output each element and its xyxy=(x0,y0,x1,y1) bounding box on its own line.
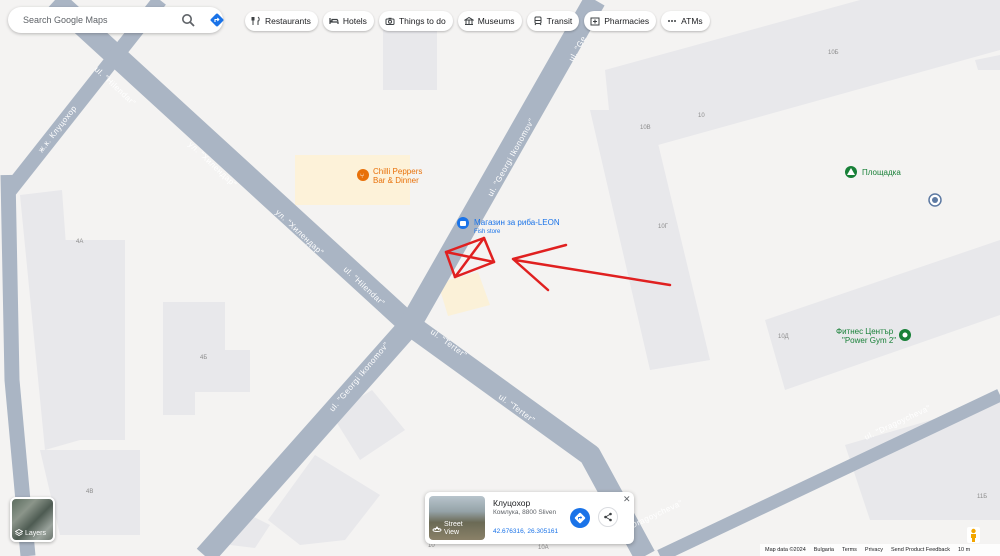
poi-label: Фитнес Център xyxy=(836,327,894,336)
chip-label: Transit xyxy=(546,16,573,26)
layers-label: Layers xyxy=(25,529,47,537)
chip-label: Things to do xyxy=(398,16,446,26)
poi-label: Chilli Peppers xyxy=(373,167,422,176)
poi-sublabel: Fish store xyxy=(474,229,501,235)
svg-text:⑂: ⑂ xyxy=(360,173,364,180)
chip-pharmacies[interactable]: Pharmacies xyxy=(584,11,657,31)
chip-museums[interactable]: Museums xyxy=(457,11,522,31)
poi-label: "Power Gym 2" xyxy=(842,336,896,345)
chip-things-to-do[interactable]: Things to do xyxy=(378,11,453,31)
building-number: 10В xyxy=(640,125,651,131)
privacy-link[interactable]: Privacy xyxy=(865,547,883,553)
chip-label: Pharmacies xyxy=(604,16,650,26)
map-canvas[interactable]: ul. "Hilendar" ул. "Хилендар" ул. "Хилен… xyxy=(0,0,1000,556)
street-view-icon xyxy=(432,526,442,532)
camera-icon xyxy=(385,17,395,25)
poi-blue-marker[interactable] xyxy=(928,193,942,207)
chip-label: ATMs xyxy=(681,16,703,26)
building-number: 10Б xyxy=(828,50,839,56)
directions-icon xyxy=(574,512,586,524)
pharmacy-icon xyxy=(590,17,600,26)
search-icon[interactable] xyxy=(181,13,195,27)
directions-button[interactable] xyxy=(570,508,590,528)
attribution-bar: Map data ©2024 Bulgaria Terms Privacy Se… xyxy=(760,544,1000,556)
building-number: 4А xyxy=(76,239,83,245)
street-view-label: Street View xyxy=(444,521,463,536)
chip-hotels[interactable]: Hotels xyxy=(322,11,374,31)
place-info-card[interactable]: Street View Клуцохор Комлука, 8800 Slive… xyxy=(425,492,634,544)
building-number: 10Г xyxy=(658,224,669,230)
poi-label: Магазин за риба-LEON xyxy=(474,218,560,227)
museum-icon xyxy=(463,16,474,25)
close-icon[interactable]: ✕ xyxy=(623,494,631,505)
layers-icon xyxy=(15,529,23,537)
place-address: Комлука, 8800 Sliven xyxy=(493,509,557,516)
poi-label: Bar & Dinner xyxy=(373,176,419,185)
pegman-icon[interactable] xyxy=(967,527,980,543)
chip-label: Restaurants xyxy=(265,16,311,26)
search-box[interactable] xyxy=(8,7,225,33)
search-input[interactable] xyxy=(21,14,165,26)
directions-icon[interactable] xyxy=(209,12,225,28)
train-icon xyxy=(534,16,542,26)
share-icon xyxy=(604,512,612,522)
atm-icon xyxy=(668,20,677,22)
share-button[interactable] xyxy=(598,507,618,527)
scale-label[interactable]: 10 m xyxy=(958,547,970,553)
building-number: 4В xyxy=(86,489,93,495)
building-number: 10Д xyxy=(778,334,789,340)
place-coordinates[interactable]: 42.676316, 26.305161 xyxy=(493,528,558,535)
category-chips: Restaurants Hotels Things to do Museums … xyxy=(245,11,710,31)
building-number: 11Б xyxy=(977,494,987,500)
chip-label: Hotels xyxy=(342,16,367,26)
street-view-thumbnail[interactable]: Street View xyxy=(429,496,485,540)
feedback-link[interactable]: Send Product Feedback xyxy=(891,547,950,553)
poi-ploshtadka[interactable]: Площадка xyxy=(845,166,901,178)
building-number: 10 xyxy=(698,113,705,119)
poi-label: Площадка xyxy=(862,168,901,177)
place-title: Клуцохор xyxy=(493,498,531,508)
bed-icon xyxy=(329,18,339,24)
terms-link[interactable]: Terms xyxy=(842,547,857,553)
layers-button[interactable]: Layers xyxy=(10,497,55,542)
building-number: 10А xyxy=(538,545,549,551)
building-number: 4Б xyxy=(200,355,207,361)
map-data-text: Map data ©2024 xyxy=(765,547,806,553)
chip-transit[interactable]: Transit xyxy=(526,11,580,31)
chip-atms[interactable]: ATMs xyxy=(661,11,710,31)
chip-restaurants[interactable]: Restaurants xyxy=(245,11,318,31)
chip-label: Museums xyxy=(477,16,515,26)
fork-knife-icon xyxy=(251,16,260,25)
region-link[interactable]: Bulgaria xyxy=(814,547,834,553)
